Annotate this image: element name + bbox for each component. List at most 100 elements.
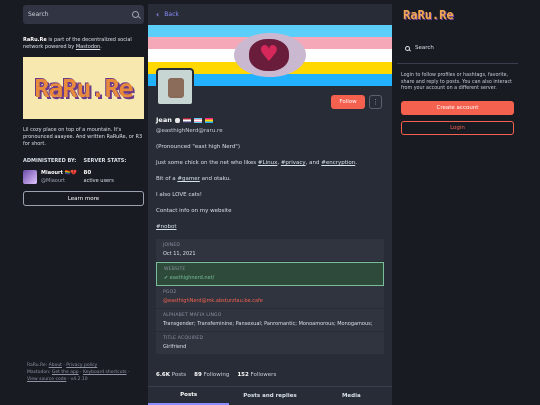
account-counts: 6.6K Posts 89 Following 152 Followers	[156, 372, 276, 378]
posts-count-number: 6.6K	[156, 372, 171, 378]
follow-button[interactable]: Follow	[331, 95, 365, 109]
footer-source-link[interactable]: View source code	[27, 377, 66, 382]
mastodon-link[interactable]: Mastodon	[76, 44, 100, 50]
account-handle: @easthighNerd@raru.re	[156, 128, 223, 134]
back-label: Back	[164, 11, 179, 18]
search-nav-label: Search	[415, 45, 434, 51]
bio-line: I also LOVE cats!	[156, 192, 202, 198]
search-icon	[405, 45, 410, 51]
bio-line: Bit of a #gamer and otaku.	[156, 176, 386, 183]
about-end: .	[100, 44, 102, 50]
followers-count-number: 152	[237, 372, 249, 378]
hashtag-link[interactable]: #encryption	[321, 160, 355, 166]
bio-text: and otaku.	[199, 176, 231, 182]
trans-flag-icon	[193, 117, 202, 123]
pgo2-link[interactable]: @easthighNerd@mk.absturztau.be.cafe	[163, 298, 377, 304]
hashtag-link[interactable]: #privacy	[281, 160, 306, 166]
footer-privacy-link[interactable]: Privacy policy	[66, 363, 97, 368]
divider	[397, 63, 518, 64]
followers-count[interactable]: 152 Followers	[237, 372, 276, 378]
tab-media[interactable]: Media	[311, 387, 392, 405]
bio-line: Contact info on my website	[156, 208, 232, 214]
admin-name[interactable]: Miaourt 🏳️‍🌈💔	[41, 170, 77, 176]
tab-posts[interactable]: Posts	[148, 387, 230, 405]
footer-about-link[interactable]: About	[49, 363, 62, 368]
followers-count-label: Followers	[250, 372, 277, 378]
stats-section: SERVER STATS: 80 active users	[84, 158, 145, 184]
active-users-count: 80	[83, 170, 92, 176]
bio-text: .	[355, 160, 358, 166]
hashtag-link[interactable]: #nobot	[156, 224, 176, 230]
display-name-row: Jean	[156, 116, 213, 124]
field-website: WEBSITE ✔ easthighnerd.net/	[156, 262, 384, 286]
footer-shortcuts-link[interactable]: Keyboard shortcuts	[83, 370, 127, 375]
field-value: Oct 11, 2021	[163, 251, 196, 257]
avatar-figure	[168, 78, 184, 98]
profile-tabs: Posts Posts and replies Media	[148, 386, 392, 405]
server-stats: ADMINISTERED BY: Miaourt 🏳️‍🌈💔 @Miaourt …	[23, 158, 144, 184]
search-input[interactable]: Search	[23, 5, 144, 24]
profile-bio: (Pronounced "east high Nerd") Just some …	[156, 144, 386, 240]
us-flag-icon	[182, 117, 191, 123]
heart-icon: ♥	[259, 42, 279, 67]
field-value: Transgender; Transfeminine; Pansexual; P…	[163, 321, 373, 327]
field-joined: JOINED Oct 11, 2021	[156, 239, 384, 262]
admin-handle: @Miaourt	[41, 178, 66, 184]
hashtag-link[interactable]: #gamer	[177, 176, 199, 182]
server-about: RaRu.Re is part of the decentralized soc…	[23, 37, 144, 51]
posts-count-label: Posts	[171, 372, 187, 378]
footer-get-app-link[interactable]: Get the app	[52, 370, 79, 375]
footer-prefix: RaRu.Re:	[27, 363, 49, 368]
posts-count[interactable]: 6.6K Posts	[156, 372, 186, 378]
bio-line: #nobot	[156, 224, 386, 231]
profile-column: ‹ Back ♥ Follow ⋮ Jean @easthighNerd@rar…	[148, 4, 392, 405]
footer-version: v4.2.10	[70, 377, 88, 382]
server-name: RaRu.Re	[23, 37, 47, 43]
website-link[interactable]: ✔ easthighnerd.net/	[164, 275, 376, 281]
pan-flag-icon	[204, 117, 213, 123]
footer: RaRu.Re: About · Privacy policy Mastodon…	[27, 362, 137, 383]
learn-more-button[interactable]: Learn more	[23, 191, 144, 206]
search-icon[interactable]	[132, 11, 139, 18]
field-label: TITLE ACQUIRED	[163, 336, 204, 341]
following-count-number: 89	[194, 372, 202, 378]
following-count[interactable]: 89 Following	[194, 372, 229, 378]
back-button[interactable]: ‹ Back	[148, 4, 392, 25]
avatar[interactable]	[23, 170, 37, 184]
bio-line: (Pronounced "east high Nerd")	[156, 144, 240, 150]
footer-separator: ·	[126, 370, 130, 375]
server-description: Lil cozy place on top of a mountain. It'…	[23, 127, 143, 147]
admin-account[interactable]: Miaourt 🏳️‍🌈💔 @Miaourt	[23, 170, 84, 184]
bio-text: Just some chick on the net who likes	[156, 160, 258, 166]
search-nav-link[interactable]: Search	[397, 39, 518, 57]
display-name: Jean	[156, 116, 172, 124]
banner-logo: RaRu.Re	[34, 73, 133, 103]
more-menu-icon[interactable]: ⋮	[369, 95, 382, 109]
login-button[interactable]: Login	[401, 120, 514, 135]
tab-posts-and-replies[interactable]: Posts and replies	[229, 387, 310, 405]
admin-section: ADMINISTERED BY: Miaourt 🏳️‍🌈💔 @Miaourt	[23, 158, 84, 184]
admin-heading: ADMINISTERED BY:	[23, 158, 77, 164]
left-sidebar: Search RaRu.Re is part of the decentrali…	[23, 5, 144, 206]
bio-text: Bit of a	[156, 176, 178, 182]
field-label: ALPHABET MAFIA LINGO	[163, 313, 222, 318]
create-account-button[interactable]: Create account	[401, 100, 514, 115]
field-label: PGO2	[163, 290, 177, 295]
active-users-label: active users	[83, 178, 114, 184]
field-label: JOINED	[163, 243, 181, 248]
field-pgo2: PGO2 @easthighNerd@mk.absturztau.be.cafe	[156, 286, 384, 309]
field-title: TITLE ACQUIRED Girlfriend	[156, 332, 384, 355]
chevron-left-icon: ‹	[156, 9, 160, 19]
stats-heading: SERVER STATS:	[83, 158, 127, 164]
server-logo[interactable]: RaRu.Re	[403, 8, 518, 22]
hashtag-link[interactable]: #Linux	[258, 160, 277, 166]
server-banner: RaRu.Re	[23, 57, 144, 119]
following-count-label: Following	[203, 372, 230, 378]
search-placeholder: Search	[28, 11, 49, 18]
bio-line: Just some chick on the net who likes #Li…	[156, 160, 386, 167]
login-info-text: Login to follow profiles or hashtags, fa…	[401, 73, 512, 91]
avatar[interactable]	[156, 68, 194, 106]
right-sidebar: RaRu.Re Search Login to follow profiles …	[397, 4, 518, 135]
profile-fields: JOINED Oct 11, 2021 WEBSITE ✔ easthighne…	[156, 239, 384, 355]
bio-text: , and	[305, 160, 322, 166]
